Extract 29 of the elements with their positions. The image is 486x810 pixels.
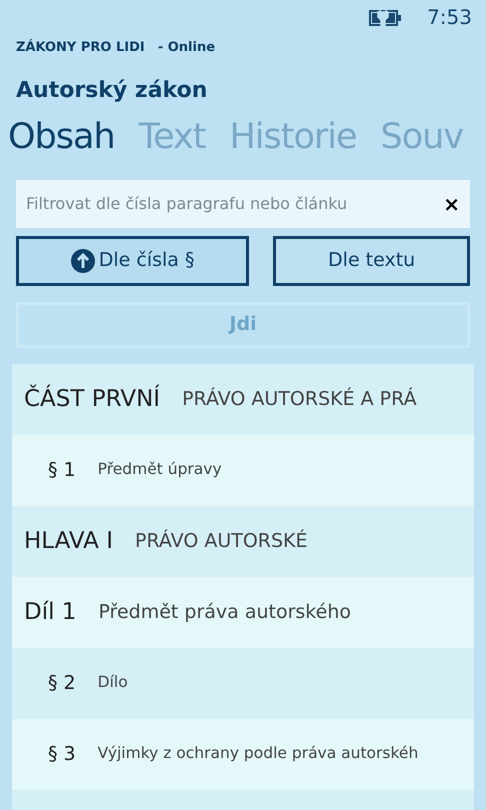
section-title: Výjimky z ochrany podle práva autorskéh bbox=[98, 743, 418, 764]
section-title: Předmět úpravy bbox=[98, 459, 222, 480]
arrow-up-circle-icon bbox=[70, 248, 95, 272]
section-number: HLAVA I bbox=[24, 526, 113, 556]
battery-charging-icon bbox=[369, 7, 404, 27]
contents-row[interactable]: § 3 Výjimky z ochrany podle práva autorskéh bbox=[12, 718, 474, 790]
section-title: PRÁVO AUTORSKÉ A PRÁ bbox=[182, 386, 417, 412]
filter-field[interactable]: Filtrovat dle čísla paragrafu nebo článku × bbox=[16, 180, 470, 228]
sort-button[interactable]: Dle textu bbox=[273, 236, 470, 286]
section-number: § 2 bbox=[48, 670, 76, 696]
contents-row[interactable]: § 1 Předmět úpravy bbox=[12, 434, 474, 506]
section-title: Předmět práva autorského bbox=[98, 600, 351, 625]
page-title: Autorský zákon bbox=[16, 78, 208, 103]
clock-time: 7:53 bbox=[427, 4, 472, 31]
section-number: ČÁST PRVNÍ bbox=[24, 384, 160, 414]
section-number: Díl 1 bbox=[24, 598, 76, 627]
section-title: Dílo bbox=[98, 672, 128, 694]
section-number: § 1 bbox=[48, 458, 76, 483]
connection-status: - Online bbox=[158, 40, 216, 55]
sort-button[interactable]: Dle čísla § bbox=[16, 236, 250, 286]
contents-row[interactable]: § 2 Dílo bbox=[12, 648, 474, 718]
contents-row[interactable]: ČÁST PRVNÍ PRÁVO AUTORSKÉ A PRÁ bbox=[12, 364, 474, 434]
clear-button[interactable]: × bbox=[433, 188, 470, 218]
contents-row[interactable]: HLAVA I PRÁVO AUTORSKÉ bbox=[12, 506, 474, 576]
app-title: ZÁKONY PRO LIDI bbox=[16, 40, 145, 55]
tab[interactable]: Obsah bbox=[8, 111, 115, 164]
section-number: § 3 bbox=[48, 742, 76, 767]
section-title: PRÁVO AUTORSKÉ bbox=[135, 528, 308, 554]
contents-row[interactable]: Díl 1 Předmět práva autorského bbox=[12, 576, 474, 648]
